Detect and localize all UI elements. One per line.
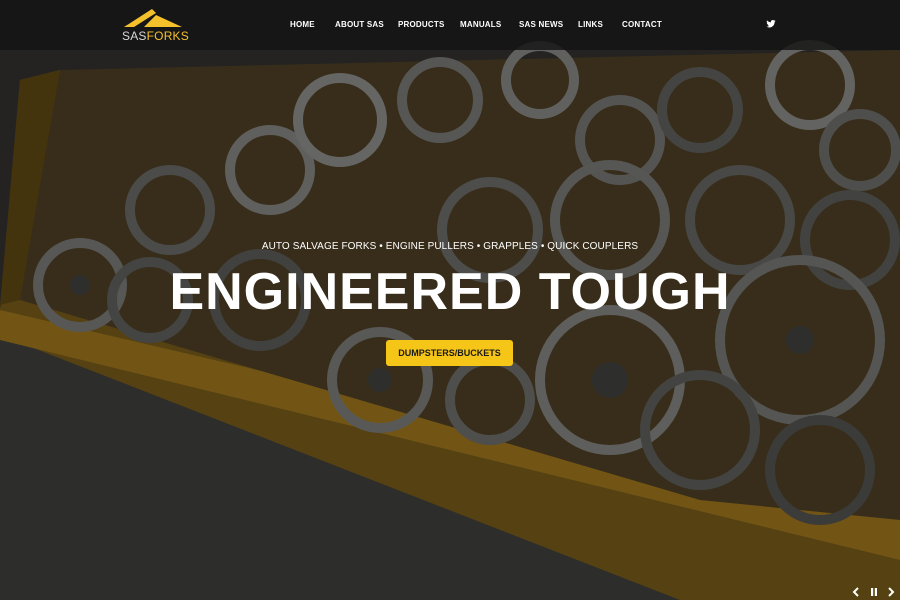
chevron-left-icon[interactable]: [851, 587, 861, 597]
site-header: SASFORKS HOME ABOUT SAS PRODUCTS MANUALS…: [0, 0, 900, 50]
nav-products[interactable]: PRODUCTS: [398, 20, 445, 29]
nav-sas-news[interactable]: SAS NEWS: [519, 20, 563, 29]
logo-text: SASFORKS: [122, 29, 189, 43]
dumpsters-buckets-button[interactable]: DUMPSTERS/BUCKETS: [386, 340, 513, 366]
site-logo[interactable]: SASFORKS: [122, 7, 189, 43]
nav-manuals[interactable]: MANUALS: [460, 20, 501, 29]
nav-links[interactable]: LINKS: [578, 20, 603, 29]
chevron-right-icon[interactable]: [886, 587, 896, 597]
logo-mark-icon: [124, 9, 182, 27]
nav-contact[interactable]: CONTACT: [622, 20, 662, 29]
hero-headline: ENGINEERED TOUGH: [169, 263, 731, 321]
nav-home[interactable]: HOME: [290, 20, 315, 29]
twitter-icon[interactable]: [766, 19, 776, 29]
nav-about-sas[interactable]: ABOUT SAS: [335, 20, 384, 29]
hero-tagline: AUTO SALVAGE FORKS • ENGINE PULLERS • GR…: [261, 241, 639, 252]
pause-icon[interactable]: [869, 587, 879, 597]
